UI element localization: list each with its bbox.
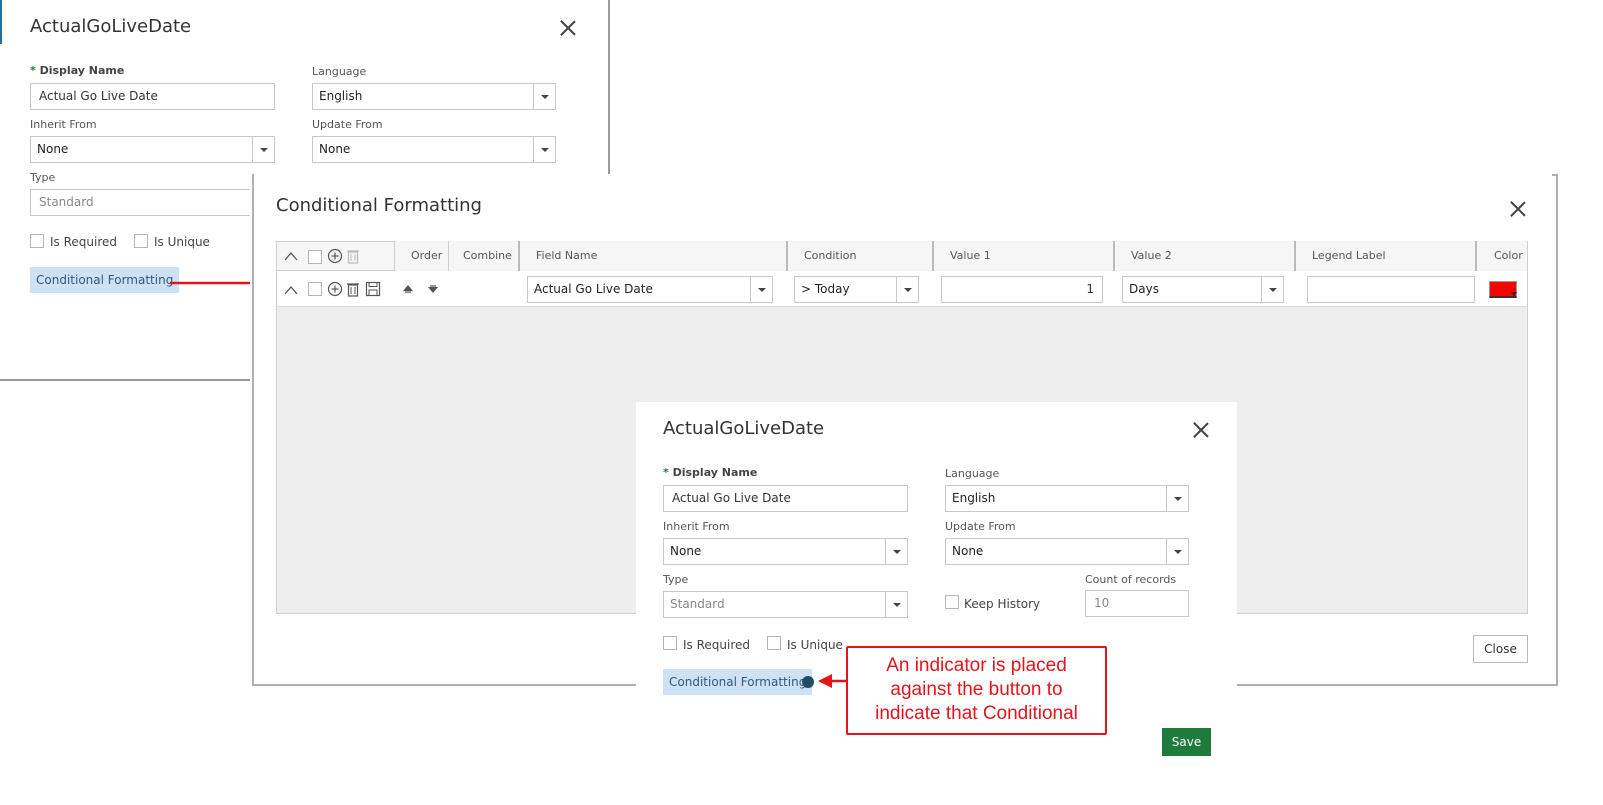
col-order[interactable]: Order bbox=[394, 241, 448, 271]
save-button[interactable]: Save bbox=[1162, 728, 1211, 756]
language-value: English bbox=[319, 89, 363, 103]
col-field-name[interactable]: Field Name bbox=[518, 241, 786, 271]
col-combine[interactable]: Combine bbox=[448, 241, 518, 271]
close-button[interactable]: Close bbox=[1473, 635, 1528, 663]
chevron-down-icon[interactable] bbox=[885, 539, 907, 564]
col-color[interactable]: Color bbox=[1475, 241, 1527, 271]
update-from-value: None bbox=[952, 544, 984, 558]
display-name-field[interactable]: Actual Go Live Date bbox=[30, 83, 275, 110]
conditional-formatting-button[interactable]: Conditional Formatting bbox=[663, 669, 813, 695]
collapse-icon[interactable] bbox=[284, 250, 298, 262]
trash-icon[interactable] bbox=[346, 281, 360, 297]
chevron-down-icon[interactable] bbox=[1261, 277, 1283, 302]
cf-dialog-corner bbox=[1552, 174, 1557, 176]
type-label: Type bbox=[663, 573, 689, 586]
field-name-select[interactable]: Actual Go Live Date bbox=[527, 276, 773, 303]
language-value: English bbox=[952, 491, 996, 505]
type-label: Type bbox=[30, 171, 56, 184]
language-select[interactable]: English bbox=[945, 485, 1189, 512]
back-dialog-accent bbox=[0, 0, 2, 44]
chevron-down-icon[interactable] bbox=[1166, 539, 1188, 564]
move-up-icon[interactable] bbox=[402, 284, 414, 294]
field-name-value: Actual Go Live Date bbox=[534, 282, 653, 296]
cf-dialog-title: Conditional Formatting bbox=[276, 195, 482, 216]
inherit-from-label: Inherit From bbox=[663, 520, 730, 533]
language-select[interactable]: English bbox=[312, 83, 556, 110]
chevron-down-icon[interactable] bbox=[1511, 292, 1518, 297]
update-from-label: Update From bbox=[945, 520, 1016, 533]
is-unique-label: Is Unique bbox=[154, 235, 210, 249]
is-required-checkbox[interactable] bbox=[30, 234, 44, 248]
is-unique-checkbox[interactable] bbox=[134, 234, 148, 248]
col-value1[interactable]: Value 1 bbox=[932, 241, 1113, 271]
update-from-value: None bbox=[319, 142, 351, 156]
inherit-from-select[interactable]: None bbox=[30, 136, 275, 163]
conditional-formatting-button[interactable]: Conditional Formatting bbox=[30, 267, 180, 293]
type-field: Standard bbox=[30, 189, 252, 216]
col-condition[interactable]: Condition bbox=[786, 241, 932, 271]
update-from-select[interactable]: None bbox=[945, 538, 1189, 565]
value2-value: Days bbox=[1129, 282, 1159, 296]
col-value2[interactable]: Value 2 bbox=[1113, 241, 1294, 271]
is-unique-label: Is Unique bbox=[787, 638, 843, 652]
condition-select[interactable]: > Today bbox=[794, 276, 919, 303]
inherit-from-value: None bbox=[37, 142, 69, 156]
chevron-down-icon[interactable] bbox=[896, 277, 918, 302]
select-all-checkbox[interactable] bbox=[308, 250, 322, 264]
inherit-from-label: Inherit From bbox=[30, 118, 97, 131]
annotation-arrow-left bbox=[818, 674, 848, 688]
chevron-down-icon[interactable] bbox=[1166, 486, 1188, 511]
value2-select[interactable]: Days bbox=[1122, 276, 1284, 303]
is-required-label: Is Required bbox=[683, 638, 751, 652]
inherit-from-select[interactable]: None bbox=[663, 538, 908, 565]
legend-label-field[interactable] bbox=[1307, 276, 1475, 303]
back-dialog-close-icon[interactable] bbox=[560, 20, 576, 36]
is-unique-checkbox[interactable] bbox=[767, 636, 781, 650]
add-icon[interactable] bbox=[327, 281, 343, 297]
condition-value: > Today bbox=[801, 282, 850, 296]
back-dialog-title: ActualGoLiveDate bbox=[30, 16, 192, 37]
cf-indicator-dot bbox=[802, 676, 814, 688]
type-select: Standard bbox=[663, 591, 908, 618]
value1-field[interactable]: 1 bbox=[941, 276, 1103, 303]
display-name-label: * Display Name bbox=[30, 64, 125, 77]
is-required-checkbox[interactable] bbox=[663, 636, 677, 650]
chevron-down-icon[interactable] bbox=[750, 277, 772, 302]
display-name-label: * Display Name bbox=[663, 466, 758, 479]
front-dialog-close-icon[interactable] bbox=[1193, 422, 1209, 438]
add-icon[interactable] bbox=[327, 248, 343, 264]
cf-dialog-close-icon[interactable] bbox=[1510, 201, 1526, 217]
chevron-down-icon[interactable] bbox=[252, 137, 274, 162]
front-dialog-title: ActualGoLiveDate bbox=[663, 418, 825, 439]
annotation-callout: An indicator is placed against the butto… bbox=[846, 646, 1107, 735]
row-checkbox[interactable] bbox=[308, 282, 322, 296]
chevron-down-icon[interactable] bbox=[533, 137, 555, 162]
chevron-down-icon[interactable] bbox=[533, 84, 555, 109]
save-icon[interactable] bbox=[365, 281, 381, 297]
keep-history-label: Keep History bbox=[964, 597, 1041, 611]
is-required-label: Is Required bbox=[50, 235, 118, 249]
col-legend-label[interactable]: Legend Label bbox=[1294, 241, 1475, 271]
update-from-label: Update From bbox=[312, 118, 383, 131]
collapse-row-icon[interactable] bbox=[284, 284, 298, 296]
keep-history-checkbox[interactable] bbox=[945, 595, 959, 609]
move-down-icon[interactable] bbox=[427, 284, 439, 294]
language-label: Language bbox=[312, 65, 367, 78]
count-of-records-label: Count of records bbox=[1085, 573, 1177, 586]
count-of-records-field[interactable]: 10 bbox=[1085, 590, 1189, 617]
language-label: Language bbox=[945, 467, 1000, 480]
update-from-select[interactable]: None bbox=[312, 136, 556, 163]
chevron-down-icon bbox=[885, 592, 907, 617]
trash-icon[interactable] bbox=[346, 248, 360, 264]
display-name-field[interactable]: Actual Go Live Date bbox=[663, 485, 908, 512]
type-value: Standard bbox=[670, 597, 725, 611]
inherit-from-value: None bbox=[670, 544, 702, 558]
